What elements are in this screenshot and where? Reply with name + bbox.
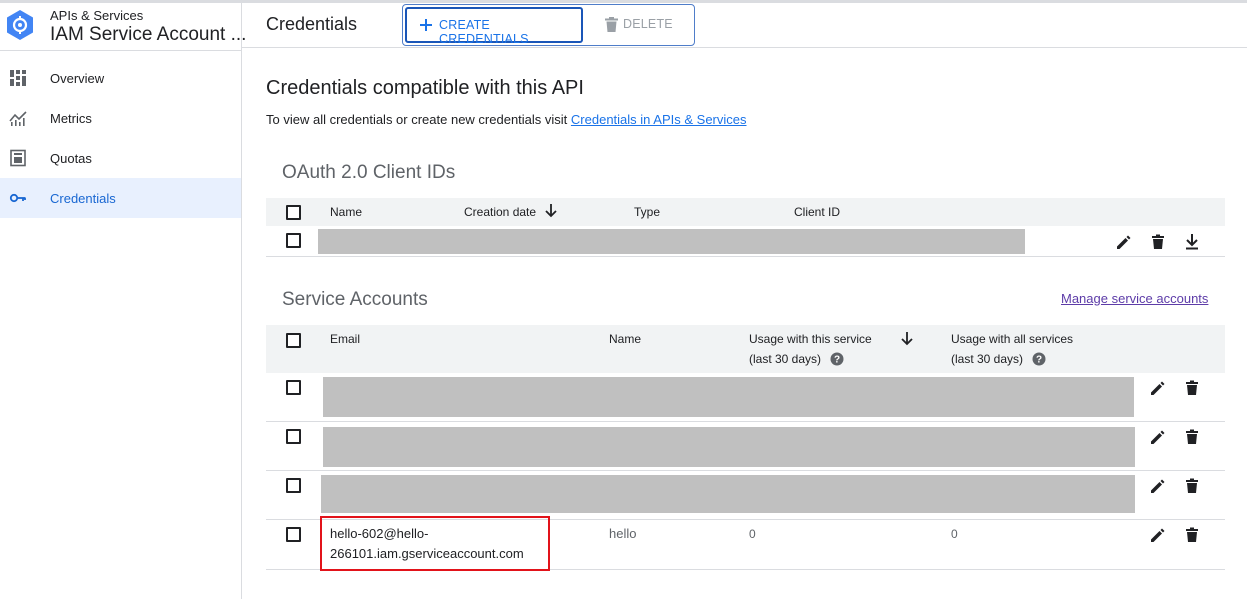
row-checkbox[interactable] xyxy=(286,527,301,542)
service-accounts-title: Service Accounts xyxy=(282,289,428,310)
sort-down-arrow-icon[interactable] xyxy=(545,203,557,218)
redacted-content xyxy=(323,427,1135,467)
trash-icon[interactable] xyxy=(1183,428,1201,446)
help-icon[interactable]: ? xyxy=(830,352,844,366)
svg-text:?: ? xyxy=(834,355,840,366)
trash-icon[interactable] xyxy=(1183,477,1201,495)
redacted-content xyxy=(318,229,1025,254)
app-header: APIs & Services IAM Service Account ... xyxy=(0,3,246,51)
sidebar-item-credentials[interactable]: Credentials xyxy=(0,178,241,218)
sidebar-item-label: Metrics xyxy=(50,110,92,126)
intro-text-prefix: To view all credentials or create new cr… xyxy=(266,112,571,127)
sidebar-item-overview[interactable]: Overview xyxy=(0,58,241,98)
row-checkbox[interactable] xyxy=(286,380,301,395)
service-accounts-table-header: Email Name Usage with this service (last… xyxy=(266,325,1225,373)
help-icon[interactable]: ? xyxy=(1032,352,1046,366)
manage-service-accounts-link[interactable]: Manage service accounts xyxy=(1061,291,1208,306)
sa-col-usage-service-period: (last 30 days) xyxy=(749,352,822,366)
app-title: IAM Service Account ... xyxy=(50,24,247,45)
sa-col-usage-all[interactable]: Usage with all services xyxy=(951,332,1073,346)
sa-col-name[interactable]: Name xyxy=(609,332,641,346)
edit-icon[interactable] xyxy=(1149,526,1167,544)
oauth-col-client-id[interactable]: Client ID xyxy=(794,205,840,219)
sidebar-nav: Overview Metrics Quotas Credentials xyxy=(0,58,241,218)
delete-label: DELETE xyxy=(623,17,673,31)
trash-icon[interactable] xyxy=(1183,379,1201,397)
table-row xyxy=(266,226,1225,257)
svg-text:?: ? xyxy=(1036,355,1042,366)
page-header: Credentials CREATE CREDENTIALS DELETE xyxy=(242,3,1247,48)
sort-down-arrow-icon[interactable] xyxy=(901,331,913,346)
sidebar: APIs & Services IAM Service Account ... … xyxy=(0,3,246,599)
edit-icon[interactable] xyxy=(1149,428,1167,446)
row-checkbox[interactable] xyxy=(286,429,301,444)
oauth-col-type[interactable]: Type xyxy=(634,205,660,219)
download-icon[interactable] xyxy=(1183,233,1201,251)
row-checkbox[interactable] xyxy=(286,478,301,493)
delete-button[interactable]: DELETE xyxy=(599,11,685,39)
sidebar-item-label: Overview xyxy=(50,70,105,86)
metrics-icon xyxy=(9,111,27,126)
sa-col-usage-service[interactable]: Usage with this service xyxy=(749,332,872,346)
edit-icon[interactable] xyxy=(1149,477,1167,495)
toolbar: CREATE CREDENTIALS DELETE xyxy=(402,4,695,46)
create-credentials-label: CREATE CREDENTIALS xyxy=(439,18,529,46)
table-row xyxy=(266,471,1225,520)
edit-icon[interactable] xyxy=(1115,233,1133,251)
sa-usage-service: 0 xyxy=(749,527,756,541)
oauth-table-header: Name Creation date Type Client ID xyxy=(266,198,1225,226)
sidebar-item-quotas[interactable]: Quotas xyxy=(0,138,241,178)
sa-col-usage-all-period: (last 30 days) xyxy=(951,352,1024,366)
row-checkbox[interactable] xyxy=(286,233,301,248)
sidebar-item-label: Credentials xyxy=(50,190,116,206)
sidebar-item-label: Quotas xyxy=(50,150,92,166)
plus-icon xyxy=(420,19,432,31)
oauth-section-title: OAuth 2.0 Client IDs xyxy=(282,162,456,183)
key-icon xyxy=(9,193,26,203)
credentials-apis-link[interactable]: Credentials in APIs & Services xyxy=(571,112,747,127)
table-row xyxy=(266,373,1225,422)
sa-usage-all: 0 xyxy=(951,527,958,541)
sa-col-email[interactable]: Email xyxy=(330,332,360,346)
highlight-annotation-box xyxy=(320,516,550,571)
oauth-col-creation-date[interactable]: Creation date xyxy=(464,205,536,219)
trash-icon xyxy=(605,17,618,32)
edit-icon[interactable] xyxy=(1149,379,1167,397)
quotas-icon xyxy=(10,149,26,167)
trash-icon[interactable] xyxy=(1183,526,1201,544)
sidebar-item-metrics[interactable]: Metrics xyxy=(0,98,241,138)
app-subtitle: APIs & Services xyxy=(50,8,144,23)
sa-name: hello xyxy=(609,526,637,541)
create-credentials-button[interactable]: CREATE CREDENTIALS xyxy=(405,7,583,46)
oauth-select-all-checkbox[interactable] xyxy=(286,205,301,220)
table-row xyxy=(266,422,1225,471)
oauth-col-name[interactable]: Name xyxy=(330,205,362,219)
redacted-content xyxy=(323,377,1134,417)
dashboard-icon xyxy=(10,70,26,86)
page-title: Credentials xyxy=(266,14,358,34)
trash-icon[interactable] xyxy=(1149,233,1167,251)
sa-select-all-checkbox[interactable] xyxy=(286,333,301,348)
intro-text: To view all credentials or create new cr… xyxy=(266,112,747,127)
section-heading: Credentials compatible with this API xyxy=(266,77,584,99)
redacted-content xyxy=(321,475,1135,513)
apis-hexagon-icon xyxy=(7,10,33,40)
